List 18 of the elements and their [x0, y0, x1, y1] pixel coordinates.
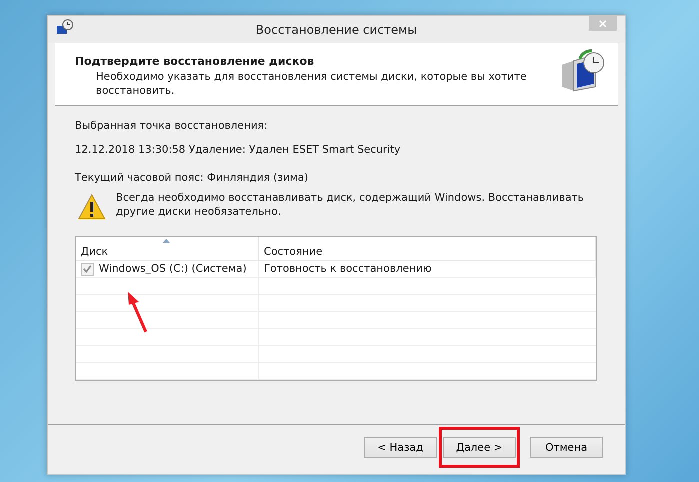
header-title: Подтвердите восстановление дисков — [75, 55, 316, 68]
sort-arrow-icon — [163, 239, 170, 243]
column-header[interactable]: Диск — [76, 237, 259, 261]
warning-icon — [78, 194, 106, 220]
restore-point-value: 12.12.2018 13:30:58 Удаление: Удален ESET Smart Security — [75, 144, 402, 156]
restore-icon — [56, 19, 74, 37]
window-title: Восстановление системы — [256, 22, 418, 36]
close-icon — [599, 20, 607, 28]
disk-name: Windows_OS (C:) (Система) — [99, 263, 247, 275]
wizard-button[interactable]: Отмена — [530, 437, 603, 458]
wizard-button[interactable]: Далее > — [443, 437, 516, 458]
warning-text: Всегда необходимо восстанавливать диск, содержащий Windows. Восстанавливать другие диски необязательно. — [116, 191, 586, 219]
column-header[interactable]: Состояние — [259, 237, 596, 261]
restore-point-label: Выбранная точка восстановления: — [75, 120, 269, 132]
header-subtitle: Необходимо указать для восстановления системы диски, которые вы хотите восстановить. — [96, 70, 528, 98]
wizard-button[interactable]: < Назад — [364, 437, 437, 458]
status-cell: Готовность к восстановлению — [259, 261, 596, 278]
timezone-text: Текущий часовой пояс: Финляндия (зима) — [75, 172, 310, 184]
